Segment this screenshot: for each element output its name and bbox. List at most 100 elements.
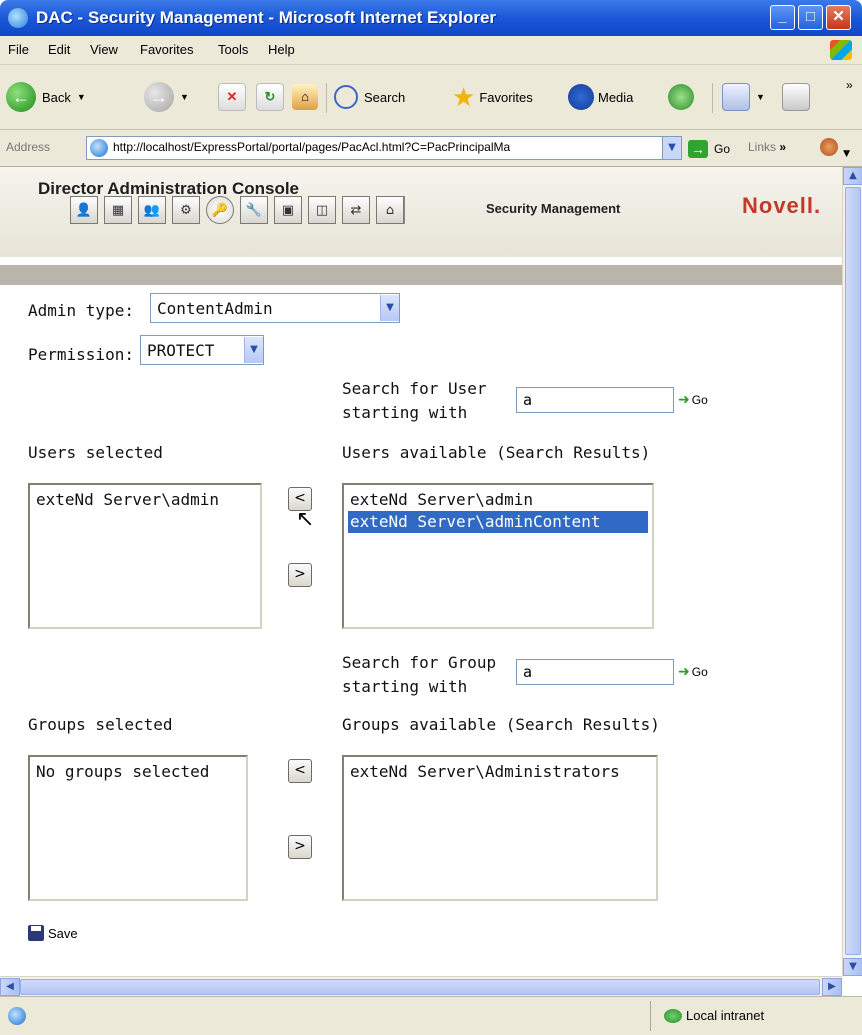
go-label: Go [714,142,731,156]
save-label: Save [48,925,78,941]
novell-logo: Novell. [742,193,822,218]
history-button[interactable] [668,79,694,115]
go-arrow-icon: → [688,140,708,158]
go-arrow-icon: ➜ [678,663,690,679]
maximize-button[interactable]: □ [798,5,823,30]
toolbar-separator [326,83,327,113]
intranet-zone-icon [664,1009,682,1023]
list-item[interactable]: No groups selected [34,761,242,783]
vertical-scroll-thumb[interactable] [845,187,861,955]
nav-security-icon[interactable]: 🔑 [206,196,234,224]
favorites-star-icon: ★ [452,81,476,112]
go-arrow-icon: ➜ [678,391,690,407]
nav-content-icon[interactable]: ▣ [274,196,302,224]
status-divider [650,1001,651,1031]
page-content: Director Administration Console 👤 ▦ 👥 ⚙ … [0,167,842,976]
groups-available-list[interactable]: exteNd Server\Administrators [342,755,658,901]
search-button[interactable]: Search [334,79,405,115]
address-url: http://localhost/ExpressPortal/portal/pa… [113,140,511,154]
stop-icon: ✕ [218,83,246,111]
dac-banner: Director Administration Console 👤 ▦ 👥 ⚙ … [0,167,842,257]
group-search-go-button[interactable]: ➜ Go [678,663,708,680]
scroll-up-button[interactable]: ▲ [843,167,862,185]
address-label: Address [6,140,51,154]
permission-select[interactable]: PROTECT ▼ [140,335,264,365]
horizontal-scrollbar[interactable]: ◀ ▶ [0,976,842,997]
users-selected-label: Users selected [28,443,163,462]
mail-button[interactable]: ▼ [722,79,765,115]
nav-tools-icon[interactable]: 🔧 [240,196,268,224]
user-search-go-button[interactable]: ➜ Go [678,391,708,408]
list-item[interactable]: exteNd Server\admin [348,489,648,511]
go-label: Go [691,392,708,407]
list-item[interactable]: exteNd Server\Administrators [348,761,652,783]
nav-portlets-icon[interactable]: ◫ [308,196,336,224]
admin-type-select[interactable]: ContentAdmin ▼ [150,293,400,323]
mouse-cursor-icon: ↖ [296,507,315,532]
nav-groups-icon[interactable]: 👥 [138,196,166,224]
user-search-label-line2: starting with [342,403,468,422]
window-title: DAC - Security Management - Microsoft In… [36,8,497,27]
list-item[interactable]: exteNd Server\admin [34,489,256,511]
toolbar-separator [712,83,713,113]
media-icon [568,84,594,110]
print-icon [782,83,810,111]
back-label: Back [42,89,71,105]
print-button[interactable] [782,79,810,115]
scroll-right-button[interactable]: ▶ [822,978,842,996]
menu-favorites[interactable]: Favorites [140,42,193,57]
menu-file[interactable]: File [8,42,29,57]
address-go-button[interactable]: → Go [688,138,748,160]
nav-workflow-icon[interactable]: ⇄ [342,196,370,224]
users-selected-list[interactable]: exteNd Server\admin [28,483,262,629]
group-search-input[interactable]: a [516,659,674,685]
save-button[interactable]: Save [28,925,78,941]
page-globe-icon [90,139,108,157]
admin-type-value: ContentAdmin [157,298,273,318]
links-toolbar[interactable]: Links » [748,140,786,154]
media-button[interactable]: Media [568,79,633,115]
mail-icon [722,83,750,111]
move-left-button[interactable]: < [288,759,312,783]
back-button[interactable]: ← Back ▼ [6,79,86,115]
move-right-button[interactable]: > [288,835,312,859]
groups-selected-list[interactable]: No groups selected [28,755,248,901]
address-input[interactable]: http://localhost/ExpressPortal/portal/pa… [86,136,682,160]
list-item-selected[interactable]: exteNd Server\adminContent [348,511,648,533]
minimize-button[interactable]: _ [770,5,795,30]
scroll-left-button[interactable]: ◀ [0,978,20,996]
users-available-list[interactable]: exteNd Server\admin exteNd Server\adminC… [342,483,654,629]
windows-logo-icon [830,40,852,60]
group-search-label-line1: Search for Group [342,653,497,672]
window-title-bar: DAC - Security Management - Microsoft In… [0,0,862,36]
close-button[interactable]: ✕ [826,5,851,30]
nav-home-icon[interactable]: ⌂ [376,196,404,224]
nav-users-icon[interactable]: 👤 [70,196,98,224]
forward-button[interactable]: → ▼ [144,79,189,115]
refresh-button[interactable]: ↻ [256,79,284,115]
address-dropdown-icon[interactable]: ▼ [662,137,681,159]
menu-view[interactable]: View [90,42,118,57]
toolbar-overflow-chevron-icon[interactable]: » [846,67,853,103]
security-zone-label: Local intranet [686,1008,765,1023]
user-search-input[interactable]: a [516,387,674,413]
home-button[interactable]: ⌂ [292,79,318,115]
toolbar: ← Back ▼ → ▼ ✕ ↻ ⌂ Search ★ Favorites Me… [0,65,862,130]
favorites-button[interactable]: ★ Favorites [452,79,533,115]
toolbar-extra-icon[interactable]: ▼ [820,138,856,159]
nav-divider [404,196,405,224]
menu-tools[interactable]: Tools [218,42,248,57]
menu-edit[interactable]: Edit [48,42,70,57]
permission-label: Permission: [28,345,134,364]
section-title: Security Management [486,201,621,216]
status-bar: Local intranet [0,996,862,1035]
move-right-button[interactable]: > [288,563,312,587]
stop-button[interactable]: ✕ [218,79,246,115]
menu-help[interactable]: Help [268,42,295,57]
floppy-disk-icon [28,925,44,941]
scroll-down-button[interactable]: ▼ [843,958,862,976]
nav-forms-icon[interactable]: ▦ [104,196,132,224]
vertical-scrollbar[interactable]: ▲ ▼ [842,167,862,976]
horizontal-scroll-thumb[interactable] [20,979,820,995]
nav-settings-icon[interactable]: ⚙ [172,196,200,224]
